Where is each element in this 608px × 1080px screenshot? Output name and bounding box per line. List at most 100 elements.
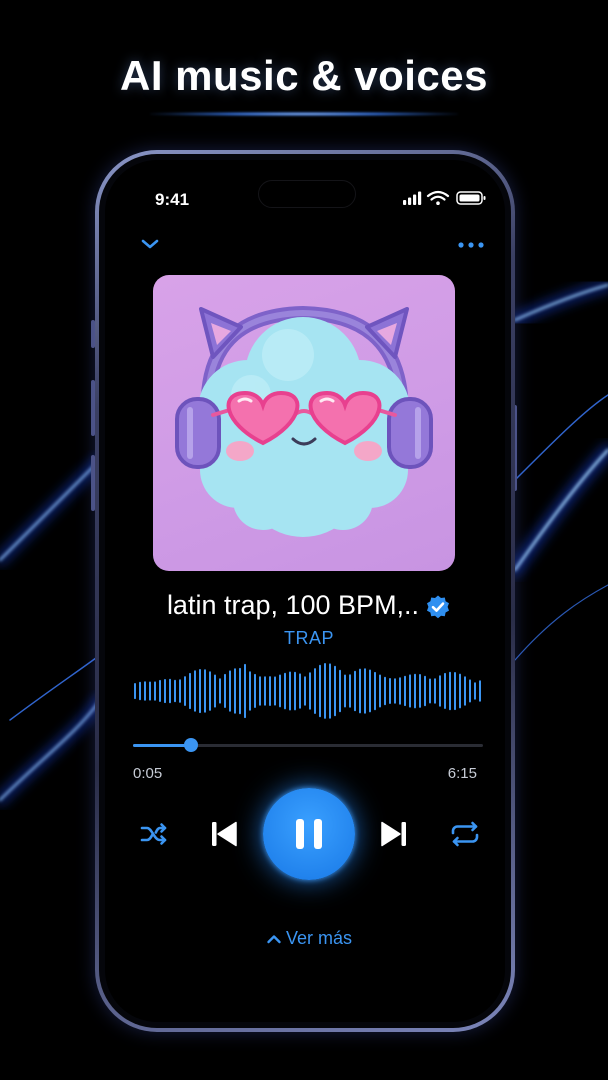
waveform-bar <box>249 671 251 711</box>
more-horizontal-icon[interactable] <box>457 240 485 250</box>
chevron-up-icon <box>267 935 281 944</box>
waveform-bar <box>134 683 136 700</box>
waveform-bar <box>444 672 446 709</box>
waveform-bar <box>424 675 426 707</box>
waveform-bar <box>239 667 241 715</box>
waveform-bar <box>194 670 196 712</box>
album-artwork <box>153 275 455 571</box>
waveform-bar <box>254 673 256 708</box>
waveform-bar <box>289 671 291 711</box>
waveform-bar <box>269 676 271 706</box>
waveform-bar <box>154 681 156 701</box>
waveform-bar <box>384 676 386 706</box>
waveform-bar <box>304 676 306 706</box>
waveform-bar <box>464 676 466 706</box>
waveform-bar <box>429 678 431 704</box>
waveform-bar <box>174 679 176 703</box>
waveform-bar <box>224 673 226 708</box>
waveform-bar <box>209 671 211 711</box>
waveform-bar <box>149 681 151 701</box>
waveform-bar <box>479 680 481 702</box>
wifi-icon <box>426 190 450 205</box>
shuffle-icon[interactable] <box>139 821 169 847</box>
verified-badge-icon <box>427 595 450 619</box>
waveform-bar <box>459 673 461 709</box>
waveform-bar <box>214 674 216 708</box>
waveform-bar <box>259 676 261 706</box>
song-genre: TRAP <box>283 628 334 648</box>
waveform-bar <box>404 675 406 707</box>
waveform-bar <box>169 678 171 704</box>
waveform-bar <box>474 682 476 700</box>
waveform-bar <box>449 671 451 711</box>
player-screen: 9:41 latin trap, 100 BPM,.. TRAP 0:05 6:… <box>105 160 505 1022</box>
waveform-bar <box>299 673 301 709</box>
waveform-bar <box>389 678 391 704</box>
status-time: 9:41 <box>155 190 190 209</box>
progress-thumb[interactable] <box>183 738 198 752</box>
waveform-bar <box>314 668 316 714</box>
see-more-link[interactable]: Ver más <box>105 928 505 949</box>
repeat-icon[interactable] <box>449 821 481 847</box>
waveform-bar <box>139 681 141 701</box>
waveform-bar <box>244 663 246 719</box>
waveform-bar <box>319 664 321 718</box>
waveform-bar <box>184 676 186 706</box>
progress-slider[interactable] <box>133 738 483 752</box>
waveform-bar <box>324 663 326 719</box>
elapsed-time: 0:05 <box>133 765 163 782</box>
waveform-bar <box>309 672 311 710</box>
skip-previous-icon[interactable] <box>209 819 239 849</box>
cellular-signal-icon <box>403 191 422 205</box>
waveform-bar <box>394 678 396 704</box>
cloud-headphones-illustration <box>175 305 433 537</box>
waveform-bar <box>279 674 281 708</box>
dynamic-island <box>258 180 356 208</box>
waveform-bar <box>409 674 411 708</box>
headline: AI music & voices <box>120 52 488 99</box>
waveform-bar <box>379 674 381 708</box>
waveform-bar <box>199 669 201 714</box>
waveform-bar <box>334 665 336 717</box>
waveform-bar <box>294 671 296 711</box>
waveform-bar <box>179 679 181 703</box>
waveform-bar <box>434 678 436 704</box>
waveform-bar <box>189 672 191 710</box>
audio-waveform <box>134 663 481 719</box>
waveform-bar <box>264 676 266 706</box>
waveform-bar <box>374 671 376 711</box>
total-duration: 6:15 <box>447 765 477 782</box>
status-icons <box>403 190 486 205</box>
waveform-bar <box>439 675 441 707</box>
waveform-bar <box>234 668 236 714</box>
waveform-bar <box>284 672 286 710</box>
pause-icon <box>296 819 322 849</box>
skip-next-icon[interactable] <box>379 819 409 849</box>
phone-frame: 9:41 latin trap, 100 BPM,.. TRAP 0:05 6:… <box>95 150 515 1032</box>
waveform-bar <box>344 674 346 708</box>
waveform-bar <box>349 674 351 708</box>
waveform-bar <box>339 669 341 713</box>
waveform-bar <box>229 670 231 712</box>
song-title-row: latin trap, 100 BPM,.. <box>105 590 505 621</box>
waveform-bar <box>164 679 166 704</box>
waveform-bar <box>329 663 331 719</box>
waveform-bar <box>159 679 161 702</box>
waveform-bar <box>469 679 471 703</box>
waveform-bar <box>219 678 221 704</box>
song-title: latin trap, 100 BPM,.. <box>166 590 420 620</box>
waveform-bar <box>364 668 366 714</box>
waveform-bar <box>414 673 416 709</box>
progress-fill <box>133 744 191 747</box>
see-more-label: Ver más <box>285 928 353 948</box>
waveform-bar <box>369 669 371 713</box>
battery-icon <box>456 191 486 205</box>
waveform-bar <box>204 669 206 713</box>
headline-glow-underline <box>150 112 458 116</box>
waveform-bar <box>274 676 276 706</box>
pause-button[interactable] <box>263 788 355 880</box>
chevron-down-icon[interactable] <box>139 236 161 252</box>
waveform-bar <box>144 681 146 701</box>
waveform-bar <box>419 674 421 708</box>
waveform-bar <box>359 668 361 714</box>
